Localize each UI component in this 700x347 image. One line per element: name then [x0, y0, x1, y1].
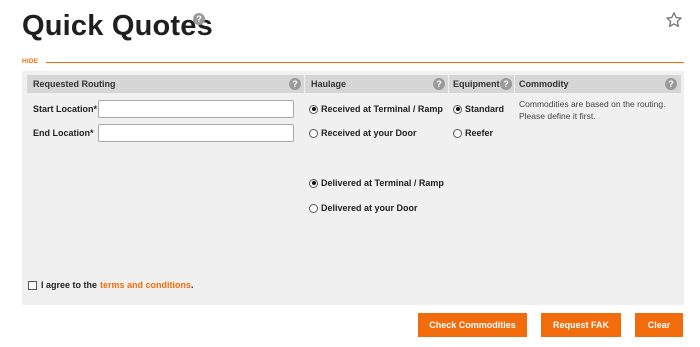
divider [46, 62, 684, 63]
header-haulage: Haulage ? [305, 75, 448, 93]
page-title: Quick Quotes [22, 10, 213, 42]
help-icon[interactable]: ? [289, 78, 301, 90]
header-haulage-label: Haulage [311, 79, 347, 89]
commodity-message: Commodities are based on the routing. Pl… [519, 99, 666, 121]
help-icon[interactable]: ? [665, 78, 677, 90]
end-location-label: End Location* [33, 128, 94, 138]
end-location-input[interactable] [98, 124, 294, 142]
header-commodity: Commodity ? [515, 75, 681, 93]
radio-received-door[interactable]: Received at your Door [309, 128, 417, 138]
radio-reefer-label: Reefer [465, 128, 494, 138]
radio-empty-icon [309, 128, 318, 138]
radio-standard[interactable]: Standard [453, 104, 504, 114]
check-commodities-button[interactable]: Check Commodities [418, 313, 527, 337]
radio-delivered-door-label: Delivered at your Door [321, 203, 418, 213]
start-location-label: Start Location* [33, 104, 98, 114]
star-icon[interactable] [665, 11, 683, 29]
radio-selected-icon [453, 104, 462, 114]
help-icon[interactable]: ? [500, 78, 512, 90]
header-equipment-label: Equipment [453, 79, 500, 89]
header-routing-label: Requested Routing [33, 79, 116, 89]
radio-standard-label: Standard [465, 104, 505, 114]
help-icon[interactable]: ? [193, 13, 205, 25]
header-commodity-label: Commodity [519, 79, 569, 89]
hide-link[interactable]: HIDE [22, 57, 38, 67]
terms-link[interactable]: terms and conditions [100, 280, 191, 290]
clear-button[interactable]: Clear [635, 313, 683, 337]
request-fak-button[interactable]: Request FAK [541, 313, 621, 337]
radio-delivered-door[interactable]: Delivered at your Door [309, 203, 418, 213]
radio-received-terminal-label: Received at Terminal / Ramp [321, 104, 443, 114]
radio-selected-icon [309, 104, 318, 114]
help-icon[interactable]: ? [433, 78, 445, 90]
radio-empty-icon [309, 203, 318, 213]
terms-agreement: I agree to the terms and conditions . [28, 280, 194, 290]
terms-checkbox[interactable] [28, 280, 37, 290]
radio-empty-icon [453, 128, 462, 138]
hide-toggle-row: HIDE [22, 57, 684, 67]
radio-delivered-terminal[interactable]: Delivered at Terminal / Ramp [309, 178, 444, 188]
radio-delivered-terminal-label: Delivered at Terminal / Ramp [321, 178, 444, 188]
radio-received-terminal[interactable]: Received at Terminal / Ramp [309, 104, 443, 114]
radio-reefer[interactable]: Reefer [453, 128, 493, 138]
header-routing: Requested Routing ? [27, 75, 304, 93]
radio-selected-icon [309, 178, 318, 188]
radio-received-door-label: Received at your Door [321, 128, 417, 138]
terms-prefix: I agree to the [41, 280, 98, 290]
start-location-input[interactable] [98, 100, 294, 118]
terms-suffix: . [191, 280, 194, 290]
header-equipment: Equipment ? [449, 75, 514, 93]
